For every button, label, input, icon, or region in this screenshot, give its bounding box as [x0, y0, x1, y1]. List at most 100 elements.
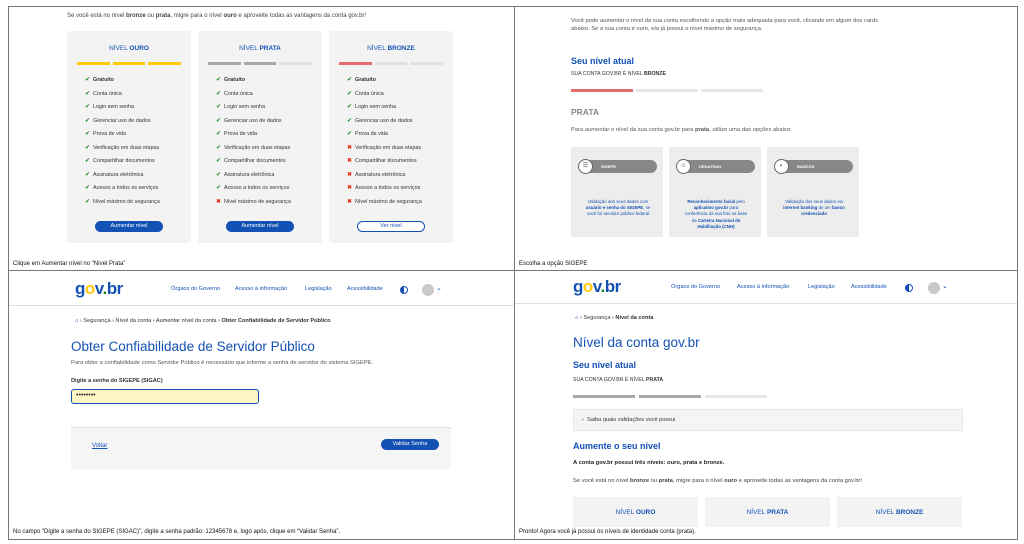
page-title: Nível da conta gov.br — [573, 335, 700, 350]
option-description: Validação dos seus dados via internet ban… — [783, 199, 845, 217]
level-bar-3 — [701, 89, 763, 92]
option-denatran[interactable]: ☺ DENATRAN Reconhecimento facial pelo apl… — [669, 147, 761, 237]
migrate-text: Se você está no nível bronze ou prata, m… — [573, 478, 862, 484]
nav-link-acesso-informacao[interactable]: Acesso à informação — [737, 284, 789, 290]
page-description: Para obter a confiabilidade como Servido… — [71, 360, 374, 366]
home-icon[interactable]: ⌂ — [575, 315, 578, 321]
feature: ✔ Prova de vida — [347, 131, 388, 137]
raise-level-button[interactable]: Aumentar nível — [226, 221, 294, 232]
chevron-down-icon[interactable]: ⌄ — [436, 284, 442, 292]
contrast-icon[interactable] — [400, 286, 408, 294]
card-title: NÍVEL OURO — [109, 45, 149, 52]
feature: ✔ Gratuito — [85, 77, 114, 83]
feature: ✔ Acesso a todos os serviços — [216, 185, 290, 191]
feature: ✔ Verificação em duas etapas — [85, 144, 160, 151]
breadcrumb: ⌂ › Segurança › Nível da conta — [575, 315, 654, 321]
back-link[interactable]: Voltar — [92, 443, 107, 449]
avatar[interactable] — [928, 282, 940, 294]
feature: ✔ Assinatura eletrônica — [85, 171, 144, 178]
feature: ✔ Acesso a todos os serviços — [85, 185, 159, 191]
avatar[interactable] — [422, 284, 434, 296]
mini-card-prata[interactable]: NÍVEL PRATA — [705, 497, 830, 527]
feature: ✔ Nível máximo de segurança — [85, 198, 160, 205]
feature: ✖ Verificação em duas etapas — [347, 144, 422, 151]
home-icon[interactable]: ⌂ — [75, 318, 78, 324]
feature: ✔ Conta única — [85, 90, 122, 97]
raise-level-button[interactable]: Aumentar nível — [95, 221, 163, 232]
mini-card-bronze[interactable]: NÍVEL BRONZE — [837, 497, 962, 527]
feature: ✔ Login sem senha — [347, 104, 397, 110]
view-level-button[interactable]: Ver nível — [357, 221, 425, 232]
face-icon: ☺ — [676, 159, 691, 174]
feature: ✔ Verificação em duas etapas — [216, 144, 291, 151]
nav-link-legislacao[interactable]: Legislação — [808, 284, 835, 290]
chevron-right-icon: › — [582, 417, 584, 423]
mini-card-ouro[interactable]: NÍVEL OURO — [573, 497, 698, 527]
tutorial-grid: Se você está no nível bronze ou prata, m… — [8, 6, 1018, 540]
nav-link-orgaos[interactable]: Órgaos do Governo — [671, 284, 720, 290]
level-bars — [77, 62, 182, 65]
feature: ✔ Gerenciar uso de dados — [85, 117, 151, 124]
option-description: Reconhecimento facial pelo aplicativo gov… — [684, 199, 748, 229]
card-prata: NÍVEL PRATA ✔ Gratuito ✔ Conta única ✔ Logi… — [198, 31, 322, 243]
option-sigepe[interactable]: ☰ SIGEPE Validação dos seus dados com usu… — [571, 147, 663, 237]
feature: ✔ Conta única — [347, 90, 384, 97]
feature: ✖ Assinatura eletrônica — [347, 171, 406, 178]
header-divider — [515, 303, 1017, 304]
feature: ✔ Login sem senha — [85, 104, 135, 110]
intro-text: Se você está no nível bronze ou prata, m… — [67, 13, 367, 19]
current-level-subtitle: SUA CONTA GOV.BR É NÍVEL BRONZE — [571, 71, 666, 77]
feature: ✔ Gratuito — [216, 77, 245, 83]
card-ouro: NÍVEL OURO ✔ Gratuito ✔ Conta única ✔ Login… — [67, 31, 191, 243]
level-bars — [339, 62, 444, 65]
section-text: Para aumentar o nível da sua conta gov.b… — [571, 127, 792, 133]
feature: ✖ Nível máximo de segurança — [216, 198, 291, 205]
panel-level-cards: Se você está no nível bronze ou prata, m… — [9, 7, 514, 270]
nav-link-acessibilidade[interactable]: Acessibilidade — [347, 286, 383, 292]
breadcrumb-item[interactable]: Aumentar nível da conta — [156, 318, 217, 324]
level-bars — [208, 62, 313, 65]
feature: ✔ Gerenciar uso de dados — [216, 117, 282, 124]
chevron-down-icon[interactable]: ⌄ — [942, 282, 948, 290]
option-label: SIGEPE — [601, 164, 616, 169]
breadcrumb-item: Obter Confiabilidade de Servidor Público — [221, 318, 331, 324]
intro-text: Você pode aumentar o nível da sua conta … — [571, 18, 879, 32]
feature: ✖ Nível máximo de segurança — [347, 198, 422, 205]
validate-password-button[interactable]: Validar Senha — [381, 439, 439, 450]
contrast-icon[interactable] — [905, 284, 913, 292]
caption-step-4: Pronto! Agora você já possui os níveis d… — [519, 529, 696, 535]
list-icon: ☰ — [578, 159, 593, 174]
option-bancos[interactable]: ◐ BANCOS Validação dos seus dados via int… — [767, 147, 859, 237]
option-label: BANCOS — [797, 164, 815, 169]
current-level-title: Seu nível atual — [571, 56, 635, 66]
nav-link-acesso-informacao[interactable]: Acesso à informação — [235, 286, 287, 292]
nav-link-acessibilidade[interactable]: Acessibilidade — [851, 284, 887, 290]
nav-link-legislacao[interactable]: Legislação — [305, 286, 332, 292]
section-title-prata: PRATA — [571, 107, 600, 117]
breadcrumb-item[interactable]: Segurança — [583, 315, 610, 321]
caption-step-3: No campo “Digite a senha do SIGEPE (SIGA… — [13, 529, 341, 535]
option-header: ◐ BANCOS — [774, 159, 853, 174]
nav-link-orgaos[interactable]: Órgaos do Governo — [171, 286, 220, 292]
feature: ✔ Compartilhar documentos — [216, 158, 286, 164]
breadcrumb-item[interactable]: Segurança — [83, 318, 110, 324]
feature: ✔ Gratuito — [347, 77, 376, 83]
levels-info: A conta gov.br possui três níveis: ouro,… — [573, 460, 725, 466]
validations-accordion[interactable]: › Saiba quais validações você possui — [573, 409, 963, 431]
sigepe-password-input[interactable]: •••••••• — [71, 389, 259, 404]
card-bronze: NÍVEL BRONZE ✔ Gratuito ✔ Conta única ✔ Log… — [329, 31, 453, 243]
caption-step-2: Escolha a opção SIGEPE — [519, 261, 588, 267]
govbr-logo[interactable]: gov.br — [573, 277, 621, 297]
level-bar-3 — [705, 395, 767, 398]
option-header: ☺ DENATRAN — [676, 159, 755, 174]
feature: ✔ Prova de vida — [85, 131, 126, 137]
feature: ✔ Conta única — [216, 90, 253, 97]
breadcrumb-item[interactable]: Nível da conta — [115, 318, 151, 324]
feature: ✔ Compartilhar documentos — [85, 158, 155, 164]
level-bar-1 — [573, 395, 635, 398]
current-level-subtitle: SUA CONTA GOV.BR É NÍVEL PRATA — [573, 377, 664, 383]
caption-step-1: Clique em Aumentar nível no “Nível Prata… — [13, 261, 126, 267]
breadcrumb-item: Nível da conta — [615, 315, 654, 321]
govbr-logo[interactable]: gov.br — [75, 279, 123, 299]
level-bar-1 — [571, 89, 633, 92]
